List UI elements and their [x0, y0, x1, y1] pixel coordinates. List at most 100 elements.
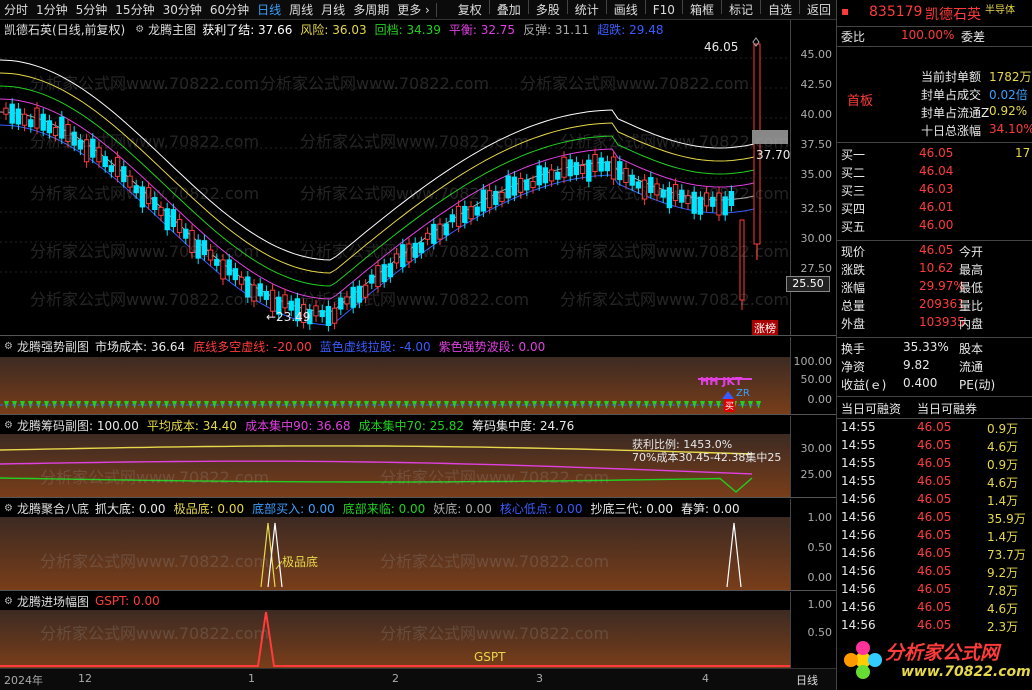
- toolbar-action-5[interactable]: F10: [648, 0, 680, 20]
- settings-icon[interactable]: ⚙: [4, 596, 13, 607]
- candle: [139, 186, 146, 208]
- tick-volume: 4.6万: [987, 476, 1019, 490]
- toolbar-action-7[interactable]: 标记: [724, 0, 758, 20]
- candle: [356, 285, 363, 303]
- axis-tick-label: 30.00: [800, 442, 833, 455]
- candle: [548, 169, 555, 182]
- divider: [837, 418, 1032, 419]
- tick-time: 14:55: [841, 474, 876, 488]
- seal-label: 封单占成交: [921, 88, 982, 102]
- candle: [623, 167, 629, 183]
- strength-title: ⚙ 龙腾强势副图 市场成本: 36.64 底线多空虚线: -20.00 蓝色虚线拉股…: [0, 337, 790, 355]
- tick-price: 46.05: [917, 546, 952, 560]
- stat-row: 现价 46.05 今开: [837, 243, 1032, 261]
- bid-row: 买五 46.00: [837, 218, 1032, 236]
- period-tab-2[interactable]: 5分钟: [72, 0, 112, 20]
- stat-label2: 今开: [959, 245, 984, 259]
- divider: [837, 46, 1032, 47]
- toolbar-action-1[interactable]: 叠加: [492, 0, 526, 20]
- strength-legend: 市场成本: 36.64 底线多空虚线: -20.00 蓝色虚线拉股: -4.00 紫色…: [95, 338, 553, 355]
- candle: [542, 167, 549, 184]
- period-tab-0[interactable]: 分时: [0, 0, 32, 20]
- bid-label: 买二: [841, 166, 866, 180]
- toolbar-action-0[interactable]: 复权: [453, 0, 487, 20]
- period-tab-10[interactable]: 更多 ›: [393, 0, 434, 20]
- candle: [418, 242, 425, 254]
- entry-legend: GSPT: 0.00: [95, 594, 168, 608]
- strength-subchart[interactable]: ⚙ 龙腾强势副图 市场成本: 36.64 底线多空虚线: -20.00 蓝色虚线拉股…: [0, 337, 836, 415]
- legend-item-5: 超跌: 29.48: [597, 22, 664, 37]
- axis-tick-label: 0.50: [807, 541, 833, 554]
- stock-code: 835179: [869, 4, 923, 20]
- limit-up-tag: 涨榜: [752, 320, 778, 335]
- period-tab-9[interactable]: 多周期: [349, 0, 393, 20]
- axis-tick-label: 50.00: [800, 373, 833, 386]
- candle: [77, 139, 84, 150]
- stat-label2: 量比: [959, 299, 984, 313]
- settings-icon[interactable]: ⚙: [4, 420, 13, 431]
- bid-row: 买三 46.03: [837, 182, 1032, 200]
- band-line-1: [0, 72, 757, 274]
- candle: [561, 156, 567, 178]
- period-tab-4[interactable]: 30分钟: [159, 0, 206, 20]
- candle: [691, 191, 697, 214]
- candlestick-chart[interactable]: [0, 20, 790, 336]
- candle: [325, 305, 332, 326]
- tick-time: 14:56: [841, 600, 876, 614]
- tick-time: 14:56: [841, 564, 876, 578]
- candle: [189, 229, 195, 253]
- stat2-row: 净资 9.82 流通: [837, 358, 1032, 376]
- period-tab-3[interactable]: 15分钟: [111, 0, 158, 20]
- legend-item-5: 核心低点: 0.00: [499, 501, 583, 516]
- toolbar-action-6[interactable]: 箱框: [685, 0, 719, 20]
- stat-label2: 内盘: [959, 317, 984, 331]
- bottom-signal-subchart[interactable]: ⚙ 龙腾聚合八底 抓大底: 0.00 极品底: 0.00 底部买入: 0.00 底部来…: [0, 499, 836, 591]
- candle: [71, 131, 77, 146]
- chip-title: ⚙ 龙腾筹码副图 : 100.00 平均成本: 34.40 成本集中90: 36.6…: [0, 416, 790, 434]
- toolbar-action-2[interactable]: 多股: [531, 0, 565, 20]
- entry-subchart[interactable]: ⚙ 龙腾进场幅图 GSPT: 0.00 1.00 0.50 GSPT: [0, 592, 836, 668]
- chart-mode: (日线,前复权): [52, 22, 126, 37]
- stat-label: 换手: [841, 342, 866, 356]
- legend-item-1: 风险: 36.03: [300, 22, 367, 37]
- candle: [195, 239, 201, 259]
- toolbar-action-8[interactable]: 自选: [763, 0, 797, 20]
- legend-item-2: 回档: 34.39: [374, 22, 441, 37]
- legend-item-4: 妖底: 0.00: [433, 501, 492, 516]
- period-tab-5[interactable]: 60分钟: [206, 0, 253, 20]
- axis-tick-label: 0.00: [807, 571, 833, 584]
- tick-row: 14:56 46.05 7.8万: [837, 582, 1032, 600]
- toolbar-action-9[interactable]: 返回: [802, 0, 836, 20]
- toolbar-action-4[interactable]: 画线: [609, 0, 643, 20]
- candle: [52, 127, 59, 137]
- candle: [387, 263, 394, 278]
- main-chart-panel[interactable]: 凯德石英 (日线,前复权) ⚙ 龙腾主图 获利了结: 37.66 风险: 36.03…: [0, 20, 836, 336]
- candle: [282, 294, 288, 309]
- time-axis: 2024年 12 1 2 3 4 日线: [0, 668, 836, 690]
- period-tab-6[interactable]: 日线: [253, 0, 285, 20]
- stat-value: 10.62: [919, 261, 954, 275]
- toolbar-action-3[interactable]: 统计: [570, 0, 604, 20]
- candle: [96, 147, 102, 163]
- candle: [648, 177, 654, 194]
- legend-item-4: 筹码集中度: 24.76: [472, 418, 575, 433]
- period-tab-7[interactable]: 周线: [285, 0, 317, 20]
- tick-time: 14:55: [841, 438, 876, 452]
- weibi-label: 委比: [841, 30, 866, 44]
- settings-icon[interactable]: ⚙: [135, 24, 144, 35]
- period-tab-1[interactable]: 1分钟: [32, 0, 72, 20]
- settings-icon[interactable]: ⚙: [4, 503, 13, 514]
- candle: [152, 197, 158, 211]
- chip-subchart[interactable]: ⚙ 龙腾筹码副图 : 100.00 平均成本: 34.40 成本集中90: 36.6…: [0, 416, 836, 498]
- axis-tick-label: 40.00: [800, 108, 833, 121]
- entry-axis: 1.00 0.50: [790, 592, 836, 668]
- period-tab-8[interactable]: 月线: [317, 0, 349, 20]
- tick-row: 14:56 46.05 35.9万: [837, 510, 1032, 528]
- settings-icon[interactable]: ⚙: [4, 341, 13, 352]
- candle: [375, 265, 381, 288]
- strength-mark-zr: ZR: [736, 388, 750, 399]
- candle: [90, 138, 96, 158]
- stat-label2: 最高: [959, 263, 984, 277]
- candle: [288, 300, 294, 311]
- candle: [654, 183, 660, 196]
